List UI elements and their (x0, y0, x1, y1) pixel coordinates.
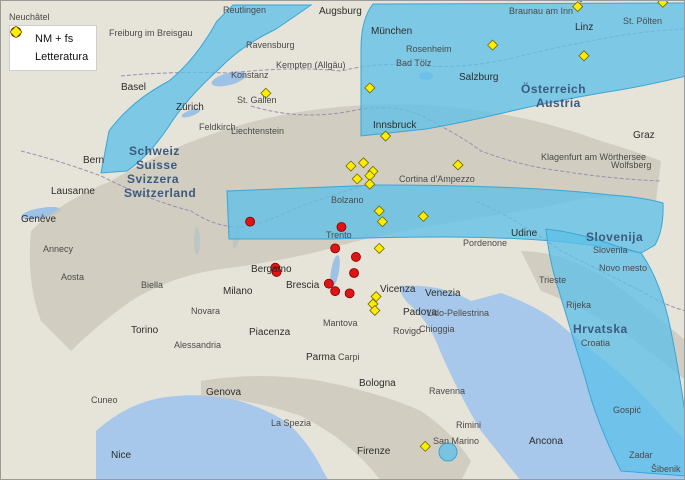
label-switzerland: Switzerland (124, 186, 197, 200)
map-view[interactable]: Neuchâtel Reutlingen Augsburg Braunau am… (0, 0, 685, 480)
label-rijeka: Rijeka (566, 300, 592, 310)
label-trieste: Trieste (539, 275, 567, 285)
legend-label-nm: NM + fs (35, 33, 74, 45)
label-braunau: Braunau am Inn (509, 6, 574, 16)
nm-marker-lombardia-west[interactable] (245, 216, 256, 227)
label-brescia: Brescia (286, 280, 320, 291)
label-bolzano: Bolzano (331, 195, 364, 205)
nm-marker-verona[interactable] (323, 278, 334, 289)
nm-marker-verona-east[interactable] (349, 268, 359, 278)
label-biella: Biella (141, 280, 164, 290)
label-ancona: Ancona (529, 436, 563, 447)
label-alessandria: Alessandria (174, 340, 222, 350)
label-bad-toelz: Bad Tölz (396, 58, 432, 68)
nm-marker-vicenza-south[interactable] (344, 288, 355, 299)
label-wolfsberg: Wolfsberg (611, 160, 652, 170)
label-hrvatska: Hrvatska (573, 322, 628, 336)
label-freiburg: Freiburg im Breisgau (109, 28, 193, 38)
label-lido: Lido-Pellestrina (427, 308, 490, 318)
label-nice: Nice (111, 450, 132, 461)
label-augsburg: Augsburg (319, 6, 362, 17)
map-legend: NM + fs Letteratura (9, 25, 97, 71)
label-ravenna: Ravenna (429, 386, 466, 396)
label-zurich: Zürich (176, 102, 204, 113)
label-svizzera: Svizzera (127, 172, 180, 186)
legend-label-lit: Letteratura (35, 51, 89, 63)
label-venezia: Venezia (425, 288, 461, 299)
label-lapezia: La Spezia (271, 418, 312, 428)
label-schweiz: Schweiz (129, 144, 180, 158)
label-cortina: Cortina d'Ampezzo (399, 174, 475, 184)
label-rosenheim: Rosenheim (406, 44, 452, 54)
label-munchen: München (371, 26, 413, 37)
label-slovenija: Slovenija (586, 230, 644, 244)
label-piacenza: Piacenza (249, 327, 291, 338)
label-rimini: Rimini (456, 420, 482, 430)
label-croatia: Croatia (581, 338, 611, 348)
nm-marker-vicenza-north[interactable] (351, 252, 361, 262)
label-novara: Novara (191, 306, 221, 316)
label-innsbruck: Innsbruck (373, 120, 417, 131)
label-slovenia: Slovenia (593, 245, 628, 255)
label-osterreich: Österreich (521, 82, 587, 96)
label-geneve: Genève (21, 214, 57, 225)
label-linz: Linz (575, 22, 594, 33)
label-torino: Torino (131, 325, 159, 336)
label-basel: Basel (121, 82, 147, 93)
label-neuchatel: Neuchâtel (9, 12, 50, 22)
label-konstanz: Konstanz (231, 70, 269, 80)
legend-row-nm: NM + fs (10, 26, 90, 48)
label-stgallen: St. Gallen (237, 95, 277, 105)
label-bergamo: Bergamo (251, 264, 292, 275)
label-ravensburg: Ravensburg (246, 40, 295, 50)
label-chioggia: Chioggia (419, 324, 455, 334)
label-feldkirch: Feldkirch (199, 122, 236, 132)
label-reutlingen: Reutlingen (223, 5, 267, 15)
label-mantova: Mantova (323, 318, 358, 328)
label-stpolten: St. Pölten (623, 16, 663, 26)
label-cuneo: Cuneo (91, 395, 118, 405)
label-sibenik: Šibenik (651, 464, 681, 474)
label-lausanne: Lausanne (51, 186, 95, 197)
label-kempten: Kempten (Allgäu) (276, 60, 346, 70)
label-gospic: Gospić (613, 405, 642, 415)
label-carpi: Carpi (338, 352, 360, 362)
label-salzburg: Salzburg (459, 72, 499, 83)
legend-row-lit: Letteratura (10, 26, 90, 66)
label-milano: Milano (223, 286, 253, 297)
map-canvas[interactable] (1, 1, 685, 480)
label-rovigo: Rovigo (393, 326, 422, 336)
label-suisse: Suisse (136, 158, 178, 172)
label-aosta: Aosta (61, 272, 85, 282)
label-bern: Bern (83, 155, 105, 166)
label-austria: Austria (536, 96, 581, 110)
label-zadar: Zadar (629, 450, 653, 460)
label-pordenone: Pordenone (463, 238, 508, 248)
nm-marker-trentino-2[interactable] (330, 243, 341, 254)
label-graz: Graz (633, 130, 655, 141)
label-liechtenstein: Liechtenstein (231, 126, 285, 136)
label-vicenza: Vicenza (380, 284, 416, 295)
label-firenze: Firenze (357, 446, 391, 457)
label-parma: Parma (306, 352, 336, 363)
yellow-diamond-icon (10, 26, 30, 64)
label-annecy: Annecy (43, 244, 74, 254)
label-novo-mesto: Novo mesto (599, 263, 648, 273)
label-udine: Udine (511, 228, 538, 239)
label-sanmarino: San Marino (433, 436, 480, 446)
nm-marker-verona-south[interactable] (330, 286, 341, 297)
label-trento: Trento (326, 230, 352, 240)
label-genova: Genova (206, 387, 242, 398)
label-bologna: Bologna (359, 378, 396, 389)
